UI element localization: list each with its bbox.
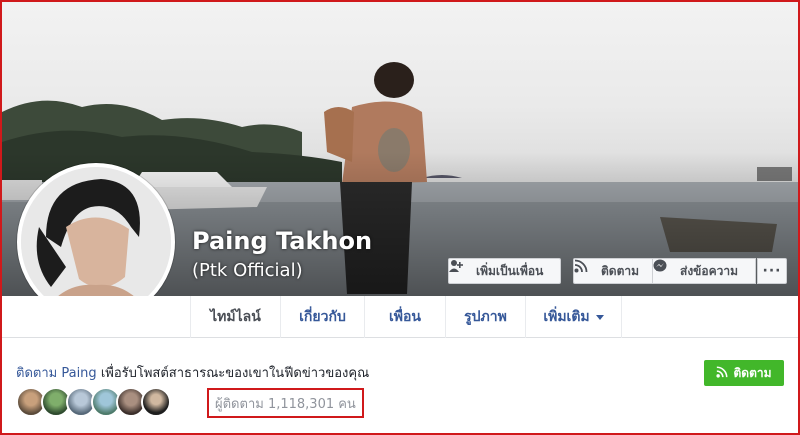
- highlight-frame: [0, 0, 800, 435]
